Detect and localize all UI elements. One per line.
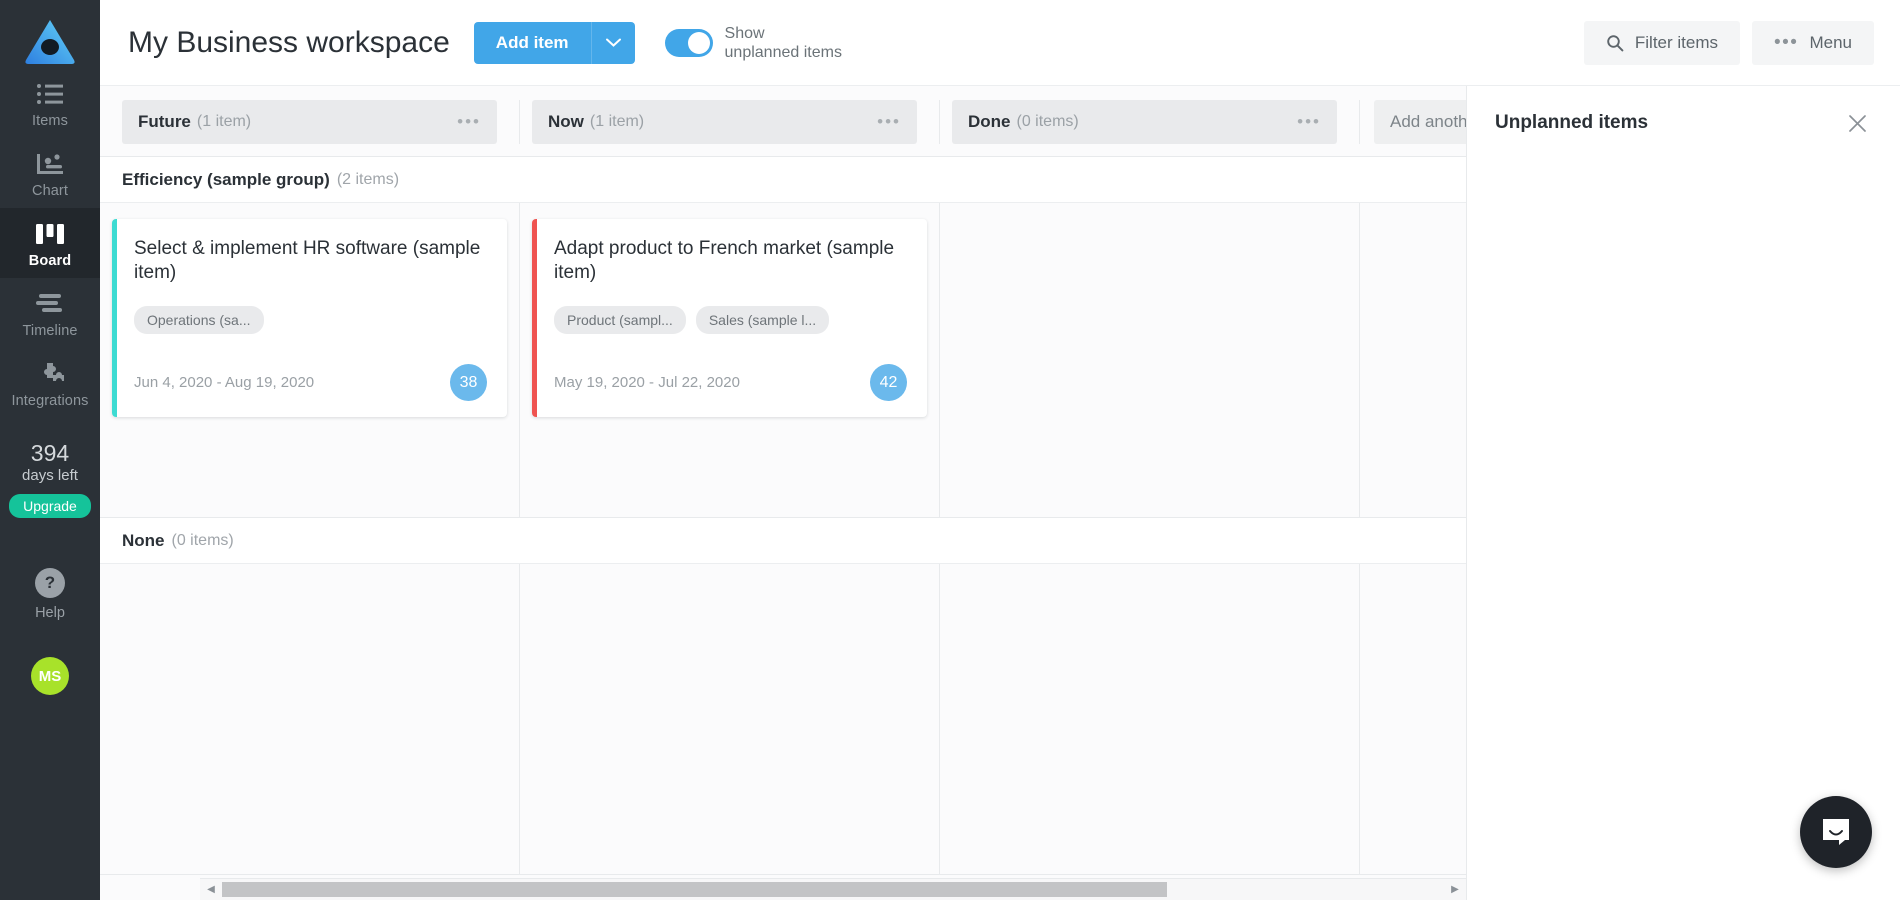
- group-count: (2 items): [336, 170, 400, 188]
- toggl-plan-logo-icon: [25, 20, 75, 64]
- sidebar: Items Chart Board Timeline Integrations …: [0, 0, 100, 900]
- dots-horizontal-icon: •••: [1774, 31, 1799, 53]
- app-root: Items Chart Board Timeline Integrations …: [0, 0, 1900, 900]
- board-icon: [35, 219, 65, 249]
- close-icon[interactable]: [1842, 108, 1872, 138]
- card-dates: Jun 4, 2020 - Aug 19, 2020: [134, 374, 315, 391]
- card-labels: Product (sampl... Sales (sample l...: [554, 306, 907, 334]
- avatar[interactable]: MS: [31, 657, 69, 695]
- unplanned-items-panel: Unplanned items: [1466, 86, 1900, 900]
- list-icon: [36, 79, 64, 109]
- chat-launcher-button[interactable]: [1800, 796, 1872, 868]
- lane-done[interactable]: [940, 564, 1360, 874]
- brand-logo[interactable]: [22, 16, 78, 68]
- card-label-chip[interactable]: Sales (sample l...: [695, 306, 830, 334]
- column-count: (0 items): [1016, 113, 1079, 130]
- add-item-group: Add item: [473, 21, 635, 64]
- card-badge: 42: [870, 364, 907, 401]
- chart-icon: [35, 149, 65, 179]
- group-name: None: [122, 530, 165, 550]
- sidebar-item-items[interactable]: Items: [0, 68, 100, 138]
- board-column-now: Now (1 item) •••: [520, 100, 940, 144]
- lane-future[interactable]: Select & implement HR software (sample i…: [100, 203, 520, 517]
- puzzle-icon: [36, 359, 64, 389]
- card-title: Adapt product to French market (sample i…: [554, 238, 895, 283]
- top-bar-actions: Filter items ••• Menu: [1583, 20, 1874, 65]
- chat-bubble-icon: [1823, 819, 1849, 845]
- scrollbar-track[interactable]: [222, 881, 1466, 898]
- triangle-left-icon[interactable]: ◀: [200, 884, 222, 895]
- panel-title: Unplanned items: [1495, 112, 1649, 133]
- column-menu-icon[interactable]: •••: [457, 113, 481, 130]
- page-title: My Business workspace: [128, 25, 450, 59]
- column-name: Now: [548, 112, 584, 131]
- card-label-chip[interactable]: Operations (sa...: [134, 306, 264, 334]
- sidebar-item-label: Integrations: [11, 393, 89, 409]
- column-name: Done: [968, 112, 1011, 131]
- sidebar-item-chart[interactable]: Chart: [0, 138, 100, 208]
- horizontal-scrollbar[interactable]: ◀ ▶: [200, 878, 1466, 900]
- card-title: Select & implement HR software (sample i…: [134, 238, 481, 283]
- column-count: (1 item): [196, 113, 252, 130]
- filter-items-button[interactable]: Filter items: [1583, 20, 1740, 65]
- filter-items-label: Filter items: [1634, 32, 1718, 52]
- lane-now[interactable]: [520, 564, 940, 874]
- sidebar-item-integrations[interactable]: Integrations: [0, 348, 100, 418]
- card-footer: May 19, 2020 - Jul 22, 2020 42: [554, 364, 907, 401]
- board-column-future: Future (1 item) •••: [100, 100, 520, 144]
- trial-days-label: days left: [22, 467, 78, 484]
- show-unplanned-toggle[interactable]: Show unplanned items: [664, 24, 842, 62]
- main-area: My Business workspace Add item Show unpl…: [100, 0, 1900, 900]
- card-color-stripe: [532, 219, 537, 417]
- help-label: Help: [35, 605, 65, 621]
- triangle-right-icon[interactable]: ▶: [1444, 884, 1466, 895]
- toggle-label: Show unplanned items: [725, 24, 842, 62]
- sidebar-item-label: Timeline: [22, 323, 78, 339]
- sidebar-item-label: Board: [28, 253, 72, 269]
- timeline-icon: [35, 289, 65, 319]
- column-menu-icon[interactable]: •••: [1297, 113, 1321, 130]
- board-card[interactable]: Select & implement HR software (sample i…: [112, 219, 507, 417]
- scrollbar-thumb[interactable]: [222, 882, 1168, 897]
- column-menu-icon[interactable]: •••: [877, 113, 901, 130]
- top-bar: My Business workspace Add item Show unpl…: [100, 0, 1900, 86]
- sidebar-item-label: Chart: [32, 183, 68, 199]
- toggle-label-line1: Show: [724, 24, 765, 42]
- lane-now[interactable]: Adapt product to French market (sample i…: [520, 203, 940, 517]
- board-card[interactable]: Adapt product to French market (sample i…: [532, 219, 927, 417]
- toggle-label-line2: unplanned items: [724, 43, 842, 61]
- add-item-button[interactable]: Add item: [473, 21, 591, 64]
- chevron-down-icon: [605, 38, 621, 47]
- board-column-done: Done (0 items) •••: [940, 100, 1360, 144]
- group-name: Efficiency (sample group): [122, 169, 330, 189]
- panel-header: Unplanned items: [1467, 86, 1900, 138]
- menu-button[interactable]: ••• Menu: [1752, 20, 1874, 65]
- toggle-switch[interactable]: [664, 28, 713, 57]
- card-badge: 38: [450, 364, 487, 401]
- question-mark-icon: ?: [35, 568, 65, 598]
- card-labels: Operations (sa...: [134, 306, 487, 334]
- lane-future[interactable]: [100, 564, 520, 874]
- search-icon: [1607, 34, 1624, 51]
- upgrade-button[interactable]: Upgrade: [9, 494, 91, 518]
- column-name: Future: [138, 112, 191, 131]
- card-dates: May 19, 2020 - Jul 22, 2020: [554, 374, 740, 391]
- add-item-dropdown-button[interactable]: [590, 21, 635, 64]
- sidebar-item-timeline[interactable]: Timeline: [0, 278, 100, 348]
- toggle-knob: [687, 31, 710, 54]
- trial-block: 394 days left Upgrade: [9, 440, 91, 518]
- card-footer: Jun 4, 2020 - Aug 19, 2020 38: [134, 364, 487, 401]
- lane-done[interactable]: [940, 203, 1360, 517]
- column-count: (1 item): [589, 113, 645, 130]
- trial-days-count: 394: [30, 440, 70, 466]
- sidebar-item-board[interactable]: Board: [0, 208, 100, 278]
- card-label-chip[interactable]: Product (sampl...: [554, 306, 686, 334]
- group-count: (0 items): [171, 531, 234, 549]
- card-color-stripe: [112, 219, 117, 417]
- sidebar-item-label: Items: [32, 113, 68, 129]
- help-button[interactable]: ? Help: [35, 568, 65, 621]
- menu-label: Menu: [1809, 32, 1852, 52]
